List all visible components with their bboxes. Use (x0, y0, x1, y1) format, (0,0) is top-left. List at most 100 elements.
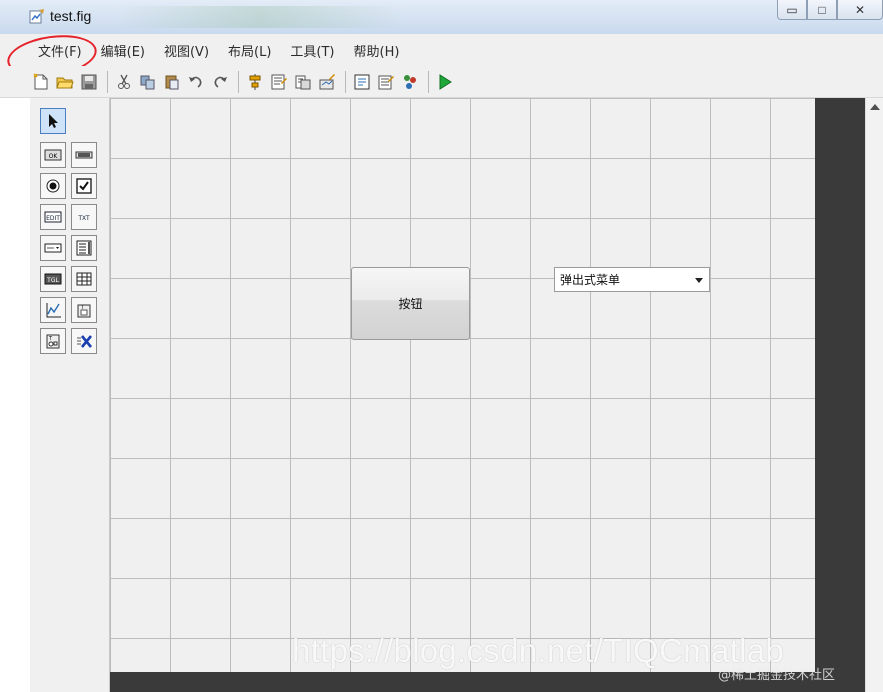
run-icon (439, 73, 452, 90)
new-button[interactable] (30, 71, 52, 93)
toggle-button-tool[interactable]: TGL (40, 266, 66, 292)
push-button-label: 按钮 (398, 297, 423, 311)
save-icon (81, 74, 97, 89)
button-group-icon: T (46, 334, 60, 349)
copy-icon (140, 75, 155, 89)
tab-order-icon (295, 75, 311, 89)
edit-text-tool[interactable]: EDIT (40, 204, 66, 230)
window-title: test.fig (50, 8, 92, 24)
paste-button[interactable] (161, 71, 183, 93)
minimize-icon: ▭ (786, 2, 798, 17)
svg-text:EDIT: EDIT (46, 215, 60, 222)
property-inspector-button[interactable] (375, 71, 397, 93)
vertical-scrollbar[interactable] (865, 98, 883, 692)
push-button-icon: OK (44, 149, 62, 161)
table-icon (76, 272, 92, 286)
static-text-tool[interactable]: TXT (71, 204, 97, 230)
slider-icon (75, 151, 93, 159)
close-icon: ✕ (854, 2, 866, 17)
watermark-url: https://blog.csdn.net/TIQCmatlab (292, 632, 784, 669)
undo-button[interactable] (185, 71, 207, 93)
align-icon (249, 73, 261, 90)
button-group-tool[interactable]: T (40, 328, 66, 354)
activex-tool[interactable] (71, 328, 97, 354)
activex-icon (77, 335, 93, 348)
redo-button[interactable] (209, 71, 231, 93)
svg-text:TGL: TGL (46, 277, 59, 284)
open-button[interactable] (54, 71, 76, 93)
editor-button[interactable] (351, 71, 373, 93)
axes-icon (46, 303, 61, 318)
chevron-down-icon (695, 278, 703, 283)
open-folder-icon (56, 77, 74, 88)
property-inspector-icon (378, 75, 394, 89)
new-file-icon (33, 72, 48, 89)
toolbar-editor-icon (319, 73, 335, 89)
static-text-icon: TXT (77, 215, 90, 222)
slider-tool[interactable] (71, 142, 97, 168)
watermark-credit: @稀土掘金技术社区 (718, 668, 836, 683)
panel-tool[interactable]: T (71, 297, 97, 323)
popup-menu-tool[interactable] (40, 235, 66, 261)
svg-text:OK: OK (49, 153, 59, 160)
popup-menu-label: 弹出式菜单 (560, 273, 621, 287)
push-button-tool[interactable]: OK (40, 142, 66, 168)
table-tool[interactable] (71, 266, 97, 292)
undo-icon (189, 76, 202, 88)
title-bar: test.fig ▭ □ ✕ (0, 0, 883, 34)
popup-menu-component[interactable]: 弹出式菜单 (554, 267, 710, 292)
fig-file-icon (29, 8, 45, 24)
menu-editor-icon (271, 74, 287, 89)
align-button[interactable] (244, 71, 266, 93)
checkbox-icon (76, 178, 92, 194)
menu-file[interactable]: 文件(F) (38, 41, 82, 60)
layout-canvas-grid[interactable] (110, 98, 815, 672)
listbox-icon (76, 240, 92, 256)
checkbox-tool[interactable] (71, 173, 97, 199)
toggle-button-icon: TGL (44, 273, 62, 285)
close-button[interactable]: ✕ (837, 0, 883, 20)
editor-icon (354, 74, 370, 89)
edit-text-icon: EDIT (44, 211, 62, 223)
toolbar-separator (107, 70, 108, 93)
save-button[interactable] (78, 71, 100, 93)
cut-icon (118, 74, 130, 89)
tab-order-button[interactable] (292, 71, 314, 93)
minimize-button[interactable]: ▭ (777, 0, 807, 20)
toolbar-editor-button[interactable] (316, 71, 338, 93)
toolbar-separator (238, 70, 239, 93)
cut-button[interactable] (113, 71, 135, 93)
push-button-component[interactable]: 按钮 (351, 267, 470, 340)
svg-text:TXT: TXT (77, 215, 90, 222)
redo-icon (214, 76, 227, 88)
menu-layout[interactable]: 布局(L) (228, 41, 271, 60)
menu-tools[interactable]: 工具(T) (290, 41, 334, 60)
canvas-outer-region (815, 98, 865, 692)
select-tool[interactable] (40, 108, 66, 134)
popup-menu-icon (44, 243, 62, 253)
toolbar (0, 66, 883, 98)
toolbar-separator (428, 70, 429, 93)
component-palette: OK EDIT TXT TGL T T (30, 98, 110, 692)
axes-tool[interactable] (40, 297, 66, 323)
menu-view[interactable]: 视图(V) (164, 41, 209, 60)
title-bar-blur (115, 6, 405, 28)
radio-button-tool[interactable] (40, 173, 66, 199)
radio-button-icon (46, 179, 60, 193)
run-button[interactable] (434, 71, 456, 93)
scroll-up-icon[interactable] (870, 104, 880, 110)
toolbar-separator (345, 70, 346, 93)
listbox-tool[interactable] (71, 235, 97, 261)
menu-edit[interactable]: 编辑(E) (101, 41, 145, 60)
select-arrow-icon (49, 114, 58, 128)
menu-help[interactable]: 帮助(H) (354, 41, 400, 60)
object-browser-icon (404, 74, 416, 89)
maximize-icon: □ (818, 2, 826, 17)
menu-bar: 文件(F) 编辑(E) 视图(V) 布局(L) 工具(T) 帮助(H) (0, 34, 883, 66)
maximize-button[interactable]: □ (807, 0, 837, 20)
copy-button[interactable] (137, 71, 159, 93)
panel-icon: T (77, 304, 91, 318)
object-browser-button[interactable] (399, 71, 421, 93)
paste-icon (165, 75, 179, 89)
menu-editor-button[interactable] (268, 71, 290, 93)
